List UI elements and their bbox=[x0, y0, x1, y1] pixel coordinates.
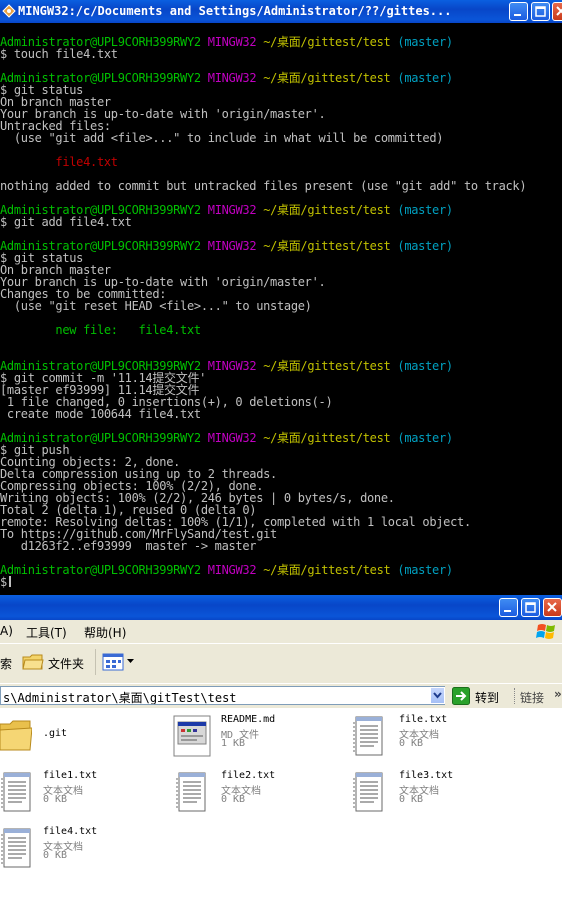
minimize-icon bbox=[504, 610, 511, 612]
views-icon bbox=[102, 653, 124, 671]
command-line: $ git add file4.txt bbox=[0, 215, 132, 229]
output-line: create mode 100644 file4.txt bbox=[0, 407, 201, 421]
views-button[interactable] bbox=[102, 651, 138, 673]
explorer-maximize-button[interactable] bbox=[521, 598, 540, 617]
toolbar: 索 文件夹 bbox=[0, 643, 562, 681]
command-line: $ touch file4.txt bbox=[0, 47, 118, 61]
close-button[interactable] bbox=[552, 2, 562, 21]
maximize-button[interactable] bbox=[531, 2, 550, 21]
staged-file-line: new file: file4.txt bbox=[0, 323, 201, 337]
document-icon bbox=[173, 715, 211, 757]
text-cursor bbox=[8, 576, 11, 587]
address-input[interactable]: s\Administrator\桌面\gitTest\test bbox=[0, 686, 445, 705]
folders-button[interactable]: 文件夹 bbox=[20, 649, 92, 675]
output-line: nothing added to commit but untracked fi… bbox=[0, 179, 527, 193]
toolbar-grip bbox=[514, 688, 517, 704]
address-bar: s\Administrator\桌面\gitTest\test 转到 链接 » bbox=[0, 683, 562, 708]
close-icon bbox=[547, 602, 557, 612]
command-line[interactable]: $ bbox=[0, 576, 11, 588]
terminal-output[interactable]: Administrator@UPL9CORH399RWY2 MINGW32 ~/… bbox=[0, 36, 562, 595]
terminal-title: MINGW32:/c/Documents and Settings/Admini… bbox=[18, 4, 452, 18]
explorer-minimize-button[interactable] bbox=[499, 598, 518, 617]
chevron-down-icon bbox=[127, 659, 134, 663]
search-button[interactable]: 索 bbox=[0, 655, 12, 672]
chevron-down-icon bbox=[433, 692, 442, 699]
maximize-icon bbox=[535, 6, 546, 17]
git-bash-icon bbox=[2, 4, 16, 18]
close-icon bbox=[556, 6, 562, 16]
address-dropdown-button[interactable] bbox=[430, 687, 445, 704]
file-item-git-folder[interactable]: .git bbox=[0, 714, 150, 758]
output-line: (use "git reset HEAD <file>..." to unsta… bbox=[0, 299, 312, 313]
terminal-titlebar[interactable]: MINGW32:/c/Documents and Settings/Admini… bbox=[0, 0, 562, 23]
prompt-line: Administrator@UPL9CORH399RWY2 MINGW32 ~/… bbox=[0, 563, 453, 577]
text-file-icon bbox=[353, 772, 383, 812]
explorer-close-button[interactable] bbox=[543, 598, 562, 617]
maximize-icon bbox=[525, 602, 536, 613]
minimize-button[interactable] bbox=[509, 2, 528, 21]
toolbar-separator bbox=[95, 649, 96, 675]
chevron-right-icon: » bbox=[554, 687, 562, 701]
text-file-icon bbox=[1, 828, 31, 868]
file-item-readme[interactable]: README.md MD 文件 1 KB bbox=[172, 714, 322, 762]
explorer-window[interactable]: A) 工具(T) 帮助(H) 索 文件夹 s\Administrator\桌面\… bbox=[0, 595, 562, 900]
text-file-icon bbox=[1, 772, 31, 812]
file-item-file2-txt[interactable]: file2.txt 文本文档 0 KB bbox=[175, 770, 335, 818]
links-toolbar[interactable]: 链接 » bbox=[514, 686, 562, 706]
windows-logo-icon bbox=[536, 624, 555, 639]
file-list[interactable]: .git README.md MD 文件 1 KB file.txt 文本文档 … bbox=[0, 708, 562, 900]
folder-icon bbox=[22, 654, 44, 670]
file-item-file3-txt[interactable]: file3.txt 文本文档 0 KB bbox=[352, 770, 512, 818]
menu-item-help[interactable]: 帮助(H) bbox=[84, 624, 126, 641]
menu-bar: A) 工具(T) 帮助(H) bbox=[0, 620, 562, 642]
terminal-window[interactable]: MINGW32:/c/Documents and Settings/Admini… bbox=[0, 0, 562, 595]
explorer-titlebar[interactable] bbox=[0, 595, 562, 620]
go-arrow-icon bbox=[452, 687, 470, 705]
folder-icon bbox=[0, 720, 32, 751]
go-button[interactable]: 转到 bbox=[452, 686, 507, 706]
output-line: d1263f2..ef93999 master -> master bbox=[0, 539, 257, 553]
text-file-icon bbox=[176, 772, 206, 812]
file-item-file-txt[interactable]: file.txt 文本文档 0 KB bbox=[352, 714, 512, 762]
file-item-file1-txt[interactable]: file1.txt 文本文档 0 KB bbox=[0, 770, 160, 818]
untracked-file-line: file4.txt bbox=[0, 155, 118, 169]
menu-item-partial[interactable]: A) bbox=[0, 624, 13, 638]
file-item-file4-txt[interactable]: file4.txt 文本文档 0 KB bbox=[0, 826, 160, 874]
minimize-icon bbox=[514, 14, 521, 16]
menu-item-tools[interactable]: 工具(T) bbox=[26, 624, 67, 641]
output-line: (use "git add <file>..." to include in w… bbox=[0, 131, 444, 145]
text-file-icon bbox=[353, 716, 383, 756]
